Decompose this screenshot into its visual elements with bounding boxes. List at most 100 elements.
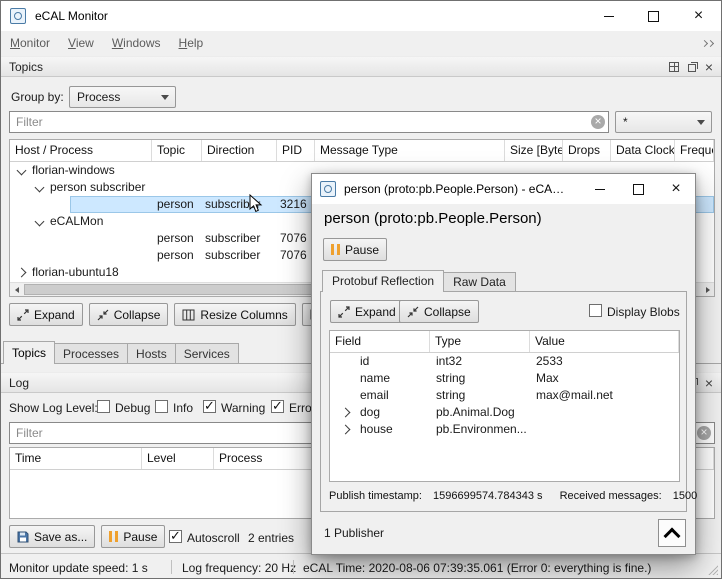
status-bar: Monitor update speed: 1 s Log frequency:… bbox=[1, 553, 721, 578]
info-checkbox[interactable] bbox=[155, 400, 168, 413]
autoscroll-label: Autoscroll bbox=[187, 531, 240, 545]
close-panel-icon[interactable] bbox=[705, 378, 713, 388]
dock-layout-icon[interactable] bbox=[669, 62, 679, 72]
group-by-label: Group by: bbox=[11, 90, 64, 104]
warning-checkbox[interactable] bbox=[203, 400, 216, 413]
debug-checkbox[interactable] bbox=[97, 400, 110, 413]
column-message-type[interactable]: Message Type bbox=[315, 140, 505, 161]
clear-filter-icon[interactable] bbox=[591, 115, 605, 129]
pause-icon bbox=[109, 531, 118, 542]
column-type[interactable]: Type bbox=[430, 331, 530, 352]
expander-icon[interactable] bbox=[35, 183, 45, 193]
field-row[interactable]: id int32 2533 bbox=[330, 353, 679, 370]
pause-label: Pause bbox=[345, 243, 379, 257]
dialog-expand-button[interactable]: Expand bbox=[330, 300, 404, 323]
autoscroll-checkbox[interactable] bbox=[169, 530, 182, 543]
debug-label: Debug bbox=[115, 401, 150, 415]
dialog-close-button[interactable] bbox=[657, 174, 695, 204]
publish-timestamp-value: 1596699574.784343 s bbox=[433, 490, 543, 502]
group-by-select[interactable]: Process bbox=[69, 86, 176, 108]
expand-label: Expand bbox=[34, 308, 75, 322]
status-divider bbox=[293, 560, 294, 574]
topics-filter-input[interactable] bbox=[9, 111, 609, 133]
menu-view[interactable]: View bbox=[59, 31, 103, 56]
topics-table-header: Host / Process Topic Direction PID Messa… bbox=[10, 140, 714, 162]
log-frequency-status: Log frequency: 20 Hz bbox=[182, 561, 296, 575]
dialog-maximize-button[interactable] bbox=[619, 174, 657, 204]
type-cell: int32 bbox=[436, 354, 462, 369]
dialog-collapse-button[interactable]: Collapse bbox=[399, 300, 479, 323]
resize-grip[interactable] bbox=[707, 564, 718, 575]
scroll-left-icon[interactable] bbox=[10, 283, 23, 296]
field-row[interactable]: email string max@mail.net bbox=[330, 387, 679, 404]
column-host-process[interactable]: Host / Process bbox=[10, 140, 152, 161]
column-size[interactable]: Size [Byte] bbox=[505, 140, 563, 161]
direction-cell: subscriber bbox=[205, 231, 260, 246]
expander-icon[interactable] bbox=[17, 268, 27, 278]
collapse-button[interactable]: Collapse bbox=[89, 303, 169, 326]
expander-icon[interactable] bbox=[341, 425, 351, 435]
close-icon bbox=[671, 184, 680, 194]
display-blobs-checkbox[interactable] bbox=[589, 304, 602, 317]
column-pid[interactable]: PID bbox=[277, 140, 315, 161]
expander-icon[interactable] bbox=[341, 408, 351, 418]
save-icon bbox=[17, 531, 29, 543]
tab-topics[interactable]: Topics bbox=[3, 341, 55, 364]
window-controls bbox=[586, 1, 721, 31]
menu-windows[interactable]: Windows bbox=[103, 31, 170, 56]
host-label: florian-windows bbox=[32, 163, 115, 178]
status-divider bbox=[171, 560, 172, 574]
tab-hosts[interactable]: Hosts bbox=[127, 343, 176, 364]
tab-services[interactable]: Services bbox=[175, 343, 239, 364]
save-as-button[interactable]: Save as... bbox=[9, 525, 95, 548]
dialog-window-controls bbox=[581, 174, 695, 204]
column-drops[interactable]: Drops bbox=[563, 140, 611, 161]
column-time[interactable]: Time bbox=[10, 448, 142, 469]
expander-icon[interactable] bbox=[35, 217, 45, 227]
field-cell: name bbox=[360, 371, 390, 386]
column-level[interactable]: Level bbox=[142, 448, 214, 469]
column-data-clock[interactable]: Data Clock bbox=[611, 140, 675, 161]
column-topic[interactable]: Topic bbox=[152, 140, 202, 161]
toolbar-extension-icon[interactable] bbox=[702, 41, 713, 46]
column-field[interactable]: Field bbox=[330, 331, 430, 352]
resize-columns-label: Resize Columns bbox=[200, 308, 287, 322]
close-button[interactable] bbox=[676, 1, 721, 31]
dialog-minimize-button[interactable] bbox=[581, 174, 619, 204]
column-value[interactable]: Value bbox=[530, 331, 679, 352]
log-pause-button[interactable]: Pause bbox=[101, 525, 165, 548]
tab-raw-data[interactable]: Raw Data bbox=[443, 272, 516, 292]
entries-count: 2 entries bbox=[248, 531, 294, 545]
field-row[interactable]: house pb.Environmen... bbox=[330, 421, 679, 438]
dialog-titlebar[interactable]: person (proto:pb.People.Person) - eCA… bbox=[312, 174, 695, 204]
error-checkbox[interactable] bbox=[271, 400, 284, 413]
expand-button[interactable]: Expand bbox=[9, 303, 83, 326]
collapse-icon bbox=[407, 306, 419, 318]
field-row[interactable]: dog pb.Animal.Dog bbox=[330, 404, 679, 421]
menu-monitor[interactable]: Monitor bbox=[1, 31, 59, 56]
menu-help[interactable]: Help bbox=[170, 31, 213, 56]
column-frequency[interactable]: Frequency [ bbox=[675, 140, 714, 161]
dialog-icon bbox=[320, 181, 336, 197]
close-icon bbox=[694, 11, 703, 21]
float-window-icon[interactable] bbox=[688, 64, 696, 72]
scroll-top-button[interactable] bbox=[658, 519, 686, 547]
pid-cell: 3216 bbox=[280, 197, 307, 212]
resize-columns-button[interactable]: Resize Columns bbox=[174, 303, 295, 326]
chevron-down-icon bbox=[697, 120, 705, 125]
expander-icon[interactable] bbox=[17, 166, 27, 176]
tab-processes[interactable]: Processes bbox=[54, 343, 128, 364]
field-cell: email bbox=[360, 388, 389, 403]
minimize-button[interactable] bbox=[586, 1, 631, 31]
close-panel-icon[interactable] bbox=[705, 62, 713, 72]
topics-panel-title: Topics bbox=[9, 60, 43, 74]
filter-column-select[interactable]: * bbox=[615, 111, 712, 133]
column-direction[interactable]: Direction bbox=[202, 140, 277, 161]
dialog-pause-button[interactable]: Pause bbox=[323, 238, 387, 261]
scroll-right-icon[interactable] bbox=[701, 283, 714, 296]
field-row[interactable]: name string Max bbox=[330, 370, 679, 387]
maximize-button[interactable] bbox=[631, 1, 676, 31]
collapse-label: Collapse bbox=[114, 308, 161, 322]
clear-filter-icon[interactable] bbox=[697, 426, 711, 440]
tab-protobuf-reflection[interactable]: Protobuf Reflection bbox=[322, 270, 444, 292]
